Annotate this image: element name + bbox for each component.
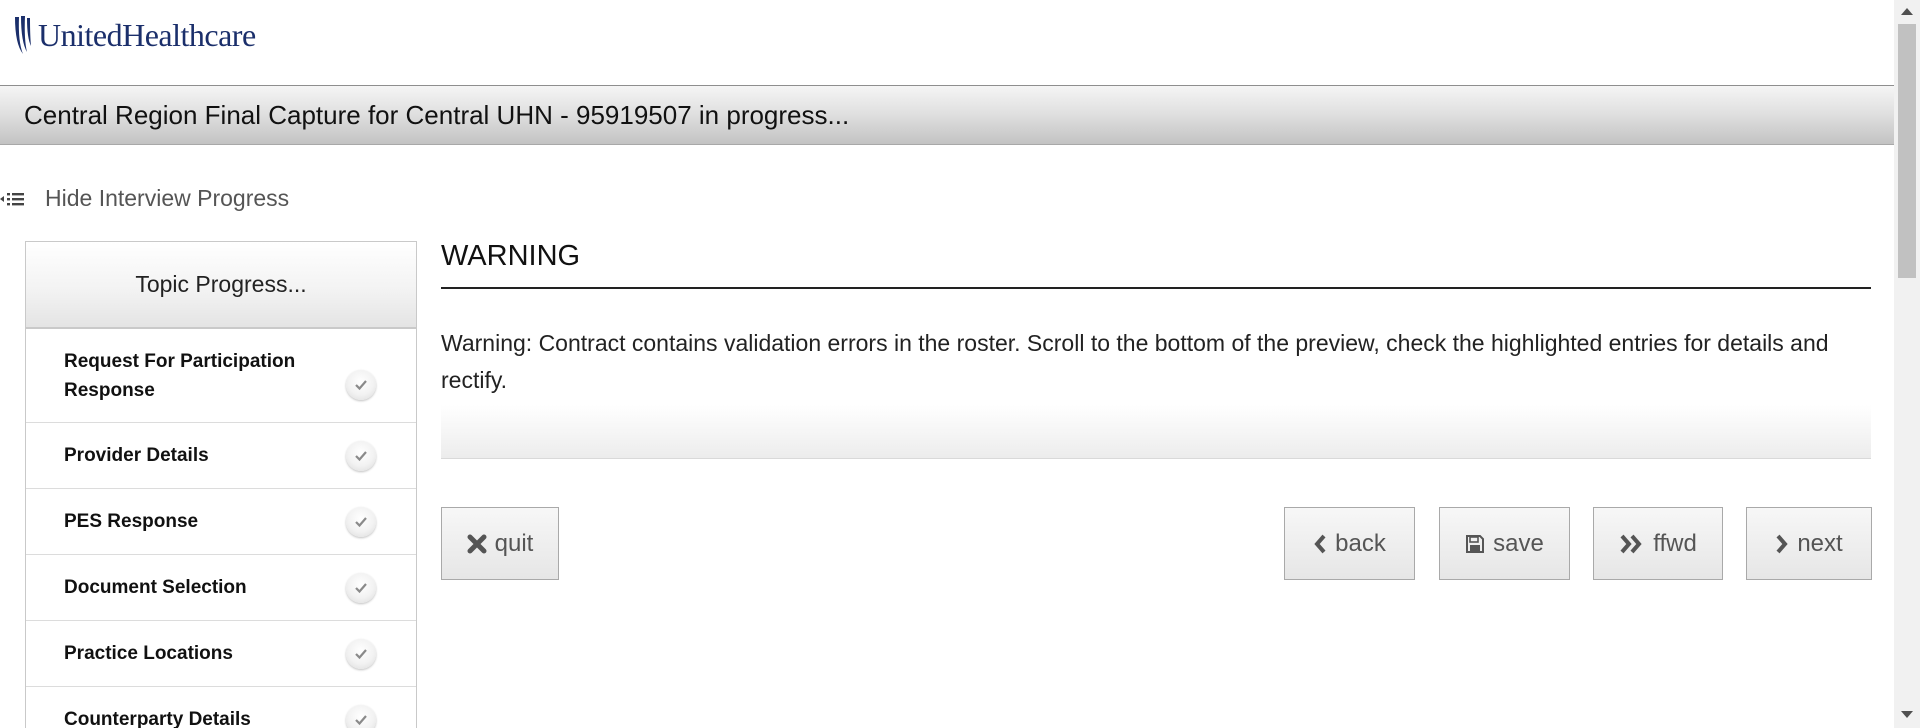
hide-interview-progress-toggle[interactable]: Hide Interview Progress (0, 185, 289, 212)
topic-item-pes-response[interactable]: PES Response (26, 489, 416, 555)
double-chevron-right-icon (1620, 534, 1642, 553)
topic-item-practice-locations[interactable]: Practice Locations (26, 621, 416, 687)
scroll-down-arrow-icon[interactable] (1901, 711, 1913, 718)
ffwd-label: ffwd (1653, 529, 1697, 557)
topic-item-document-selection[interactable]: Document Selection (26, 555, 416, 621)
fast-forward-button[interactable]: ffwd (1593, 507, 1723, 580)
chevron-left-icon (1314, 534, 1326, 553)
back-button[interactable]: back (1284, 507, 1415, 580)
logo-bar: UnitedHealthcare (0, 0, 1894, 85)
next-button[interactable]: next (1746, 507, 1872, 580)
message-footer-band (441, 405, 1871, 459)
save-button[interactable]: save (1439, 507, 1570, 580)
topic-progress-panel: Topic Progress... Request For Participat… (25, 241, 417, 728)
topic-item-request-for-participation-response[interactable]: Request For Participation Response (26, 329, 416, 423)
quit-button[interactable]: quit (441, 507, 559, 580)
next-label: next (1797, 529, 1843, 557)
topic-item-label: Request For Participation Response (64, 350, 296, 401)
check-icon (346, 572, 376, 603)
warning-heading: WARNING (441, 240, 581, 272)
hide-interview-progress-label: Hide Interview Progress (45, 185, 290, 211)
topic-item-label: Counterparty Details (64, 709, 251, 728)
check-icon (346, 638, 376, 669)
check-icon (346, 369, 376, 400)
topic-progress-header: Topic Progress... (26, 242, 416, 329)
brand-logo: UnitedHealthcare (12, 14, 256, 56)
check-icon (346, 506, 376, 537)
topic-item-label: PES Response (64, 511, 199, 532)
back-label: back (1335, 529, 1386, 557)
title-bar: Central Region Final Capture for Central… (0, 85, 1894, 145)
heading-divider (441, 287, 1871, 289)
brand-name: UnitedHealthcare (38, 16, 256, 53)
check-icon (346, 704, 376, 728)
topic-item-label: Document Selection (64, 577, 247, 598)
save-label: save (1493, 529, 1544, 557)
shield-logo-icon (15, 16, 31, 54)
vertical-scrollbar[interactable] (1894, 0, 1920, 728)
chevron-right-icon (1776, 534, 1788, 553)
close-icon (467, 534, 487, 553)
floppy-disk-icon (1466, 534, 1485, 553)
collapse-list-icon (0, 192, 24, 205)
topic-item-counterparty-details[interactable]: Counterparty Details (26, 687, 416, 728)
topic-item-label: Practice Locations (64, 643, 233, 664)
quit-label: quit (494, 529, 534, 557)
topic-item-provider-details[interactable]: Provider Details (26, 423, 416, 489)
page-title: Central Region Final Capture for Central… (24, 100, 850, 130)
topic-item-label: Provider Details (64, 445, 209, 466)
check-icon (346, 440, 376, 471)
scroll-up-arrow-icon[interactable] (1901, 8, 1913, 15)
warning-message: Warning: Contract contains validation er… (441, 330, 1829, 393)
scrollbar-thumb[interactable] (1898, 24, 1916, 278)
